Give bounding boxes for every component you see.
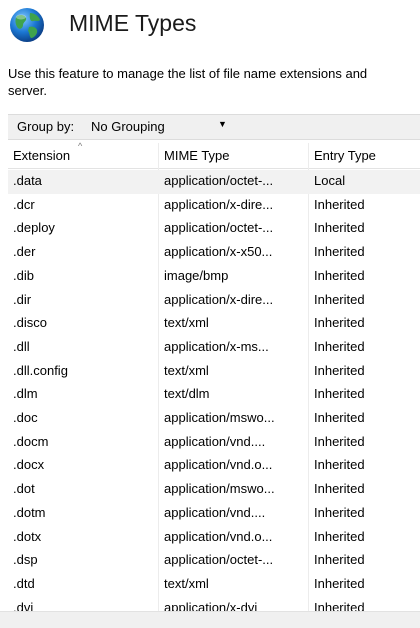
- column-header-mime-type[interactable]: MIME Type: [164, 148, 230, 163]
- mime-type-cell: text/xml: [164, 575, 209, 591]
- globe-icon: [10, 8, 44, 42]
- extension-cell: .docx: [13, 457, 45, 473]
- table-row[interactable]: .dsp application/octet-... Inherited: [8, 549, 420, 573]
- entry-type-cell: Inherited: [314, 575, 365, 591]
- mime-type-cell: text/xml: [164, 315, 209, 331]
- group-by-dropdown[interactable]: No Grouping: [91, 119, 165, 134]
- column-header-extension[interactable]: Extension: [13, 148, 70, 163]
- mime-type-cell: application/vnd....: [164, 433, 266, 449]
- entry-type-cell: Inherited: [314, 338, 365, 354]
- sort-ascending-icon: ^: [78, 141, 83, 151]
- mime-type-cell: application/mswo...: [164, 410, 275, 425]
- entry-type-cell: Inherited: [314, 362, 365, 378]
- table-row[interactable]: .disco text/xml Inherited: [8, 312, 420, 336]
- entry-type-cell: Inherited: [314, 220, 365, 236]
- entry-type-cell: Inherited: [314, 481, 365, 497]
- mime-type-cell: application/x-dire...: [164, 196, 274, 212]
- entry-type-cell: Inherited: [314, 599, 365, 611]
- extension-cell: .dir: [13, 291, 32, 307]
- chevron-down-icon[interactable]: ▼: [218, 119, 227, 129]
- page-header: MIME Types: [0, 0, 420, 58]
- entry-type-cell: Inherited: [314, 410, 365, 425]
- entry-type-cell: Inherited: [314, 552, 365, 568]
- entry-type-cell: Inherited: [314, 504, 365, 520]
- extension-cell: .dotm: [13, 504, 46, 520]
- extension-cell: .der: [13, 244, 36, 260]
- page-description: Use this feature to manage the list of f…: [8, 66, 368, 98]
- mime-type-cell: application/x-dire...: [164, 291, 274, 307]
- extension-cell: .dot: [13, 481, 35, 497]
- extension-cell: .dtd: [13, 575, 35, 591]
- entry-type-cell: Local: [314, 173, 346, 188]
- table-row[interactable]: .dotm application/vnd.... Inherited: [8, 502, 420, 526]
- table-row[interactable]: .dib image/bmp Inherited: [8, 265, 420, 289]
- horizontal-scrollbar[interactable]: [0, 611, 420, 628]
- extension-cell: .deploy: [13, 220, 55, 236]
- mime-type-cell: application/octet-...: [164, 552, 274, 568]
- entry-type-cell: Inherited: [314, 433, 365, 449]
- extension-cell: .dll: [13, 338, 30, 354]
- entry-type-cell: Inherited: [314, 244, 365, 260]
- extension-cell: .dcr: [13, 196, 35, 212]
- extension-cell: .dll.config: [13, 362, 68, 378]
- extension-cell: .dotx: [13, 528, 42, 544]
- extension-cell: .doc: [13, 410, 38, 425]
- mime-type-cell: application/x-ms...: [164, 338, 269, 354]
- entry-type-cell: Inherited: [314, 196, 365, 212]
- table-row[interactable]: .dtd text/xml Inherited: [8, 573, 420, 597]
- table-row[interactable]: .deploy application/octet-... Inherited: [8, 217, 420, 241]
- extension-cell: .dib: [13, 267, 34, 283]
- extension-cell: .disco: [13, 315, 47, 331]
- entry-type-cell: Inherited: [314, 386, 365, 402]
- mime-type-cell: application/x-x50...: [164, 244, 273, 260]
- table-row[interactable]: .docx application/vnd.o... Inherited: [8, 454, 420, 478]
- mime-types-list: .data application/octet-... Local .dcr appli…: [8, 170, 420, 611]
- table-row[interactable]: .dvi application/x-dvi Inherited: [8, 597, 420, 611]
- entry-type-cell: Inherited: [314, 267, 365, 283]
- mime-type-cell: application/octet-...: [164, 220, 274, 236]
- mime-type-cell: application/vnd.o...: [164, 457, 273, 473]
- mime-type-cell: application/mswo...: [164, 481, 275, 497]
- table-row[interactable]: .data application/octet-... Local: [8, 170, 420, 194]
- group-by-label: Group by:: [17, 119, 75, 134]
- entry-type-cell: Inherited: [314, 315, 365, 331]
- table-row[interactable]: .dir application/x-dire... Inherited: [8, 289, 420, 313]
- page-title: MIME Types: [69, 10, 197, 36]
- table-row[interactable]: .docm application/vnd.... Inherited: [8, 431, 420, 455]
- table-row[interactable]: .dll application/x-ms... Inherited: [8, 336, 420, 360]
- entry-type-cell: Inherited: [314, 528, 365, 544]
- grouping-toolbar: Group by: No Grouping ▼: [8, 114, 420, 140]
- column-header-entry-type[interactable]: Entry Type: [314, 148, 376, 163]
- mime-type-cell: application/vnd....: [164, 504, 266, 520]
- extension-cell: .dsp: [13, 552, 38, 568]
- mime-type-cell: image/bmp: [164, 267, 229, 283]
- table-row[interactable]: .dll.config text/xml Inherited: [8, 360, 420, 384]
- extension-cell: .dvi: [13, 599, 34, 611]
- mime-type-cell: application/x-dvi: [164, 599, 258, 611]
- table-row[interactable]: .dcr application/x-dire... Inherited: [8, 194, 420, 218]
- mime-type-cell: text/dlm: [164, 386, 210, 402]
- extension-cell: .docm: [13, 433, 49, 449]
- mime-type-cell: text/xml: [164, 362, 209, 378]
- extension-cell: .data: [13, 173, 42, 188]
- entry-type-cell: Inherited: [314, 291, 365, 307]
- grid-header: Extension ^ MIME Type Entry Type: [8, 141, 420, 169]
- table-row[interactable]: .der application/x-x50... Inherited: [8, 241, 420, 265]
- table-row[interactable]: .dot application/mswo... Inherited: [8, 478, 420, 502]
- mime-type-cell: application/vnd.o...: [164, 528, 273, 544]
- table-row[interactable]: .dlm text/dlm Inherited: [8, 383, 420, 407]
- table-row[interactable]: .doc application/mswo... Inherited: [8, 407, 420, 431]
- entry-type-cell: Inherited: [314, 457, 365, 473]
- mime-type-cell: application/octet-...: [164, 173, 274, 188]
- table-row[interactable]: .dotx application/vnd.o... Inherited: [8, 526, 420, 550]
- extension-cell: .dlm: [13, 386, 38, 402]
